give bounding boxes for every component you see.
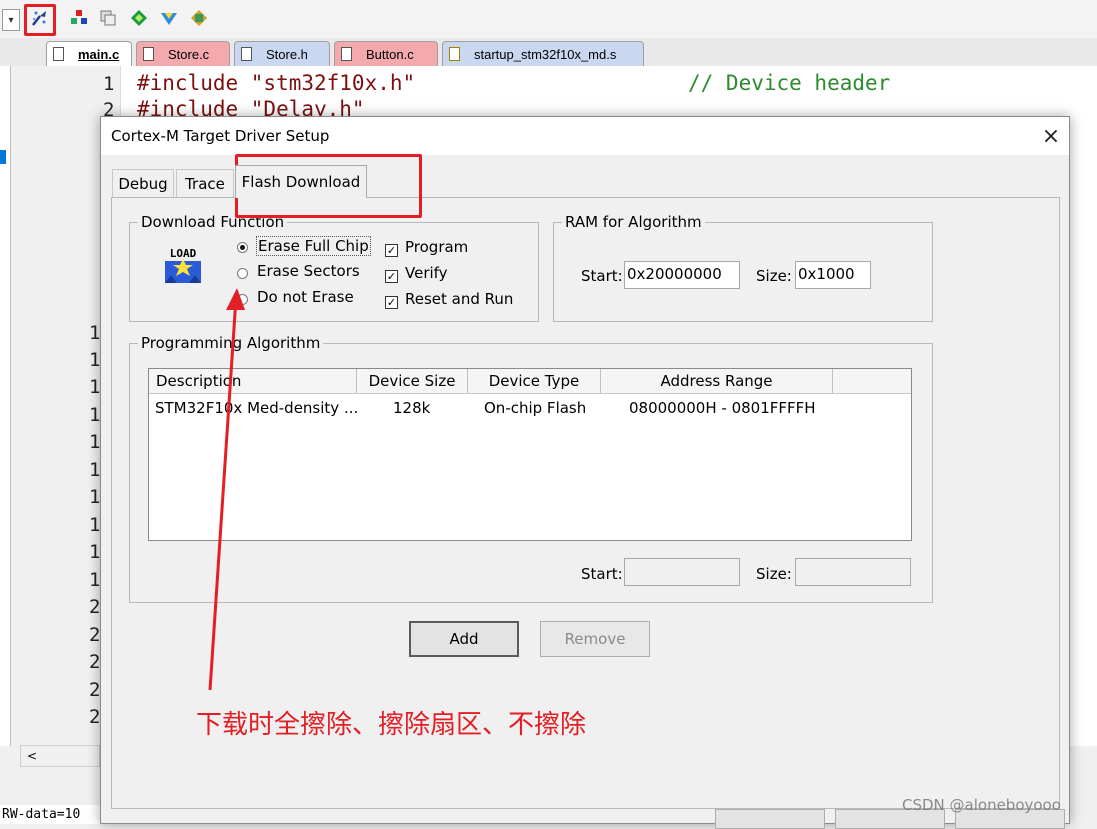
line-number: 1 — [89, 486, 101, 508]
toolbar: ▾ — [0, 0, 1097, 39]
ram-size-input[interactable]: 0x1000 — [795, 261, 871, 289]
dropdown-icon[interactable]: ▾ — [2, 9, 20, 31]
ok-button[interactable] — [715, 809, 825, 829]
reset-and-run-checkbox[interactable]: ✓ — [385, 296, 398, 309]
remove-button[interactable]: Remove — [540, 621, 650, 657]
algorithm-size-label: Size: — [756, 565, 792, 583]
algorithm-start-label: Start: — [581, 565, 623, 583]
tab-flash-download[interactable]: Flash Download — [235, 165, 367, 198]
code-comment-1[interactable]: // Device header — [688, 71, 890, 95]
file-tab-label: Store.c — [168, 46, 210, 62]
close-icon[interactable]: × — [1039, 123, 1063, 149]
ram-for-algorithm-label: RAM for Algorithm — [562, 213, 705, 231]
file-tab-label: startup_stm32f10x_md.s — [474, 46, 617, 62]
algorithm-list[interactable]: Description Device Size Device Type Addr… — [148, 368, 912, 541]
row-device-type: On-chip Flash — [484, 399, 587, 417]
file-tab-store-c[interactable]: Store.c — [136, 41, 230, 66]
map-icon[interactable] — [188, 7, 210, 29]
line-number: 1 — [89, 376, 101, 398]
build-output-text: RW-data=10 — [0, 805, 112, 824]
document-icon — [341, 47, 352, 61]
manage-components-icon[interactable] — [68, 7, 90, 29]
tab-trace[interactable]: Trace — [176, 169, 234, 197]
file-tab-label: main.c — [78, 46, 120, 62]
load-icon-text: LOAD — [170, 247, 197, 260]
file-tab-label: Store.h — [266, 46, 308, 62]
file-tab-label: Button.c — [366, 46, 414, 62]
column-header-device-size[interactable]: Device Size — [357, 369, 468, 393]
line-number: 2 — [89, 679, 101, 701]
line-number: 1 — [89, 431, 101, 453]
verify-label[interactable]: Verify — [405, 264, 448, 282]
algorithm-size-input — [795, 558, 911, 586]
project-panel-edge[interactable] — [0, 66, 11, 746]
verify-checkbox[interactable]: ✓ — [385, 270, 398, 283]
dialog-title-bar: Cortex-M Target Driver Setup × — [101, 117, 1069, 155]
highlight-box-options — [24, 4, 56, 36]
selection-marker — [0, 150, 6, 164]
line-number: 1 — [89, 349, 101, 371]
row-address-range: 08000000H - 0801FFFFH — [629, 399, 816, 417]
line-number: 1 — [89, 541, 101, 563]
line-number: 2 — [89, 596, 101, 618]
column-header-device-type[interactable]: Device Type — [468, 369, 601, 393]
do-not-erase-label[interactable]: Do not Erase — [257, 288, 354, 306]
file-tab-main[interactable]: main.c — [46, 41, 132, 66]
document-icon — [241, 47, 252, 61]
ram-start-input[interactable]: 0x20000000 — [624, 261, 740, 289]
file-tab-button-c[interactable]: Button.c — [334, 41, 438, 66]
row-device-size: 128k — [393, 399, 431, 417]
line-number: 1 — [89, 322, 101, 344]
code-line-1[interactable]: #include "stm32f10x.h" — [137, 71, 415, 95]
copy-icon[interactable] — [97, 7, 119, 29]
tab-debug[interactable]: Debug — [112, 169, 174, 197]
select-packs-icon[interactable] — [128, 7, 150, 29]
line-number: 2 — [89, 706, 101, 728]
line-number: 1 — [89, 514, 101, 536]
erase-sectors-label[interactable]: Erase Sectors — [257, 262, 360, 280]
column-header-address-range[interactable]: Address Range — [601, 369, 833, 393]
line-number: 1 — [89, 459, 101, 481]
document-icon — [143, 47, 154, 61]
file-tab-startup[interactable]: startup_stm32f10x_md.s — [442, 41, 644, 66]
annotation-text: 下载时全擦除、擦除扇区、不擦除 — [196, 710, 587, 740]
erase-sectors-radio[interactable] — [237, 268, 248, 279]
program-label[interactable]: Program — [405, 238, 468, 256]
ram-for-algorithm-group: RAM for Algorithm Start: 0x20000000 Size… — [553, 213, 933, 322]
erase-full-chip-radio[interactable] — [237, 242, 248, 253]
watermark: CSDN @aloneboyooo — [902, 796, 1061, 814]
reset-and-run-label[interactable]: Reset and Run — [405, 290, 513, 308]
document-icon — [53, 47, 64, 61]
file-tab-store-h[interactable]: Store.h — [234, 41, 330, 66]
erase-full-chip-label[interactable]: Erase Full Chip — [256, 236, 371, 256]
scroll-left-icon[interactable]: < — [27, 749, 37, 763]
line-number: 1 — [89, 404, 101, 426]
program-checkbox[interactable]: ✓ — [385, 244, 398, 257]
line-number: 1 — [103, 73, 115, 95]
line-number: 2 — [89, 624, 101, 646]
algorithm-start-input — [624, 558, 740, 586]
ram-start-label: Start: — [581, 267, 623, 285]
document-icon — [449, 47, 460, 61]
line-number: 1 — [89, 569, 101, 591]
algorithm-list-header: Description Device Size Device Type Addr… — [149, 369, 911, 394]
dialog-title: Cortex-M Target Driver Setup — [111, 127, 330, 145]
ram-size-label: Size: — [756, 267, 792, 285]
load-icon: LOAD — [163, 245, 203, 285]
add-button[interactable]: Add — [409, 621, 519, 657]
row-description: STM32F10x Med-density ... — [155, 399, 359, 417]
horizontal-scrollbar[interactable]: < — [20, 745, 100, 767]
column-header-description[interactable]: Description — [149, 369, 357, 393]
line-number: 2 — [89, 651, 101, 673]
annotation-arrow-icon — [208, 288, 245, 691]
pack-installer-icon[interactable] — [158, 7, 180, 29]
